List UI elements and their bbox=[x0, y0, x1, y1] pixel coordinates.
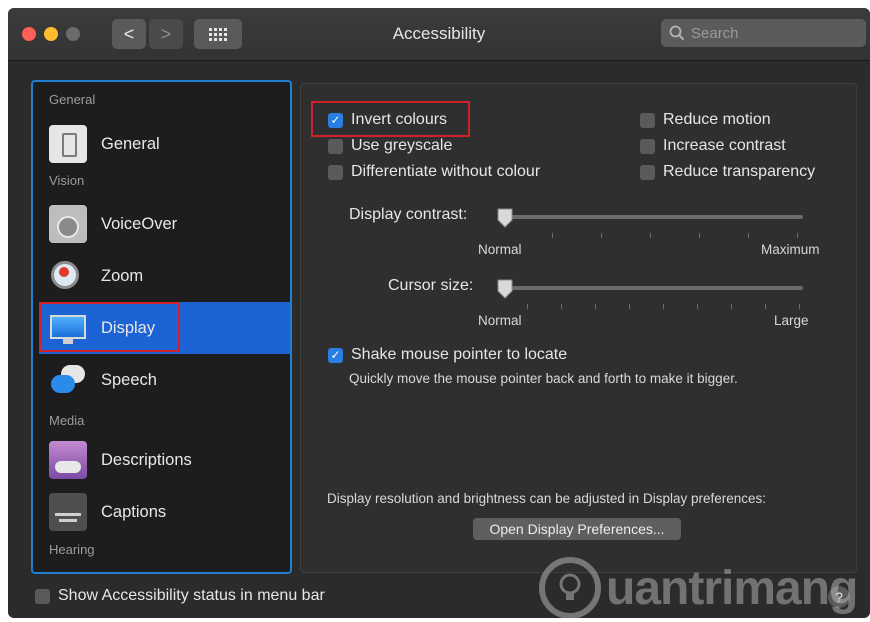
invert-colours-highlight bbox=[311, 101, 470, 137]
section-general: General bbox=[49, 92, 96, 107]
cursor-size-slider[interactable] bbox=[503, 286, 803, 290]
cursor-size-thumb[interactable] bbox=[497, 279, 513, 299]
checkmark-icon: ✓ bbox=[328, 347, 343, 363]
cursor-min-label: Normal bbox=[478, 313, 522, 328]
use-greyscale-checkbox[interactable]: Use greyscale bbox=[328, 137, 452, 155]
open-display-preferences-button[interactable]: Open Display Preferences... bbox=[473, 518, 681, 540]
sidebar-item-label: VoiceOver bbox=[101, 214, 178, 233]
sidebar-item-label: Captions bbox=[101, 502, 167, 521]
sidebar-item-label: Zoom bbox=[101, 266, 144, 285]
show-status-label: Show Accessibility status in menu bar bbox=[58, 587, 325, 604]
display-contrast-slider[interactable] bbox=[503, 215, 803, 219]
reduce-motion-checkbox[interactable]: Reduce motion bbox=[640, 111, 771, 129]
watermark-text: uantrimang bbox=[606, 561, 858, 615]
section-hearing: Hearing bbox=[49, 542, 95, 557]
search-field[interactable]: Search bbox=[661, 19, 866, 47]
voiceover-icon bbox=[49, 205, 87, 243]
resolution-note: Display resolution and brightness can be… bbox=[327, 491, 767, 506]
shake-pointer-label: Shake mouse pointer to locate bbox=[351, 346, 568, 363]
show-status-checkbox[interactable]: Show Accessibility status in menu bar bbox=[35, 587, 325, 605]
display-contrast-thumb[interactable] bbox=[497, 208, 513, 228]
sidebar-item-descriptions[interactable]: Descriptions bbox=[39, 434, 290, 486]
speech-bubble-icon bbox=[49, 361, 87, 399]
contrast-min-label: Normal bbox=[478, 242, 522, 257]
title-bar: < > Accessibility Search bbox=[8, 8, 870, 61]
sidebar-item-label: General bbox=[101, 134, 160, 153]
descriptions-icon bbox=[49, 441, 87, 479]
shake-pointer-checkbox[interactable]: ✓ Shake mouse pointer to locate bbox=[328, 346, 567, 364]
display-settings-panel: ✓ Invert colours Use greyscale Different… bbox=[300, 83, 857, 573]
watermark: uantrimang bbox=[538, 553, 858, 618]
contrast-max-label: Maximum bbox=[761, 242, 820, 257]
section-vision: Vision bbox=[49, 173, 85, 188]
search-placeholder: Search bbox=[691, 24, 739, 42]
switch-icon bbox=[49, 125, 87, 163]
cursor-size-label: Cursor size: bbox=[388, 277, 474, 294]
display-contrast-label: Display contrast: bbox=[349, 206, 468, 223]
reduce-transparency-label: Reduce transparency bbox=[663, 163, 816, 180]
display-highlight bbox=[39, 302, 180, 352]
differentiate-label: Differentiate without colour bbox=[351, 163, 541, 180]
section-media: Media bbox=[49, 413, 85, 428]
captions-icon bbox=[49, 493, 87, 531]
sidebar-item-zoom[interactable]: Zoom bbox=[39, 250, 290, 302]
sidebar-item-voiceover[interactable]: VoiceOver bbox=[39, 198, 290, 250]
cursor-max-label: Large bbox=[774, 313, 809, 328]
accessibility-window: < > Accessibility Search General General… bbox=[8, 8, 870, 618]
increase-contrast-checkbox[interactable]: Increase contrast bbox=[640, 137, 786, 155]
sidebar-item-general[interactable]: General bbox=[39, 118, 290, 170]
increase-contrast-label: Increase contrast bbox=[663, 137, 786, 154]
use-greyscale-label: Use greyscale bbox=[351, 137, 453, 154]
sidebar-item-speech[interactable]: Speech bbox=[39, 354, 290, 406]
reduce-motion-label: Reduce motion bbox=[663, 111, 771, 128]
search-icon bbox=[669, 25, 685, 41]
reduce-transparency-checkbox[interactable]: Reduce transparency bbox=[640, 163, 815, 181]
sidebar-item-label: Descriptions bbox=[101, 450, 192, 469]
differentiate-checkbox[interactable]: Differentiate without colour bbox=[328, 163, 540, 181]
sidebar-item-captions[interactable]: Captions bbox=[39, 486, 290, 538]
shake-pointer-description: Quickly move the mouse pointer back and … bbox=[349, 371, 738, 386]
magnifier-icon bbox=[49, 257, 87, 295]
lightbulb-logo-icon bbox=[539, 557, 601, 618]
sidebar-item-label: Speech bbox=[101, 370, 157, 389]
